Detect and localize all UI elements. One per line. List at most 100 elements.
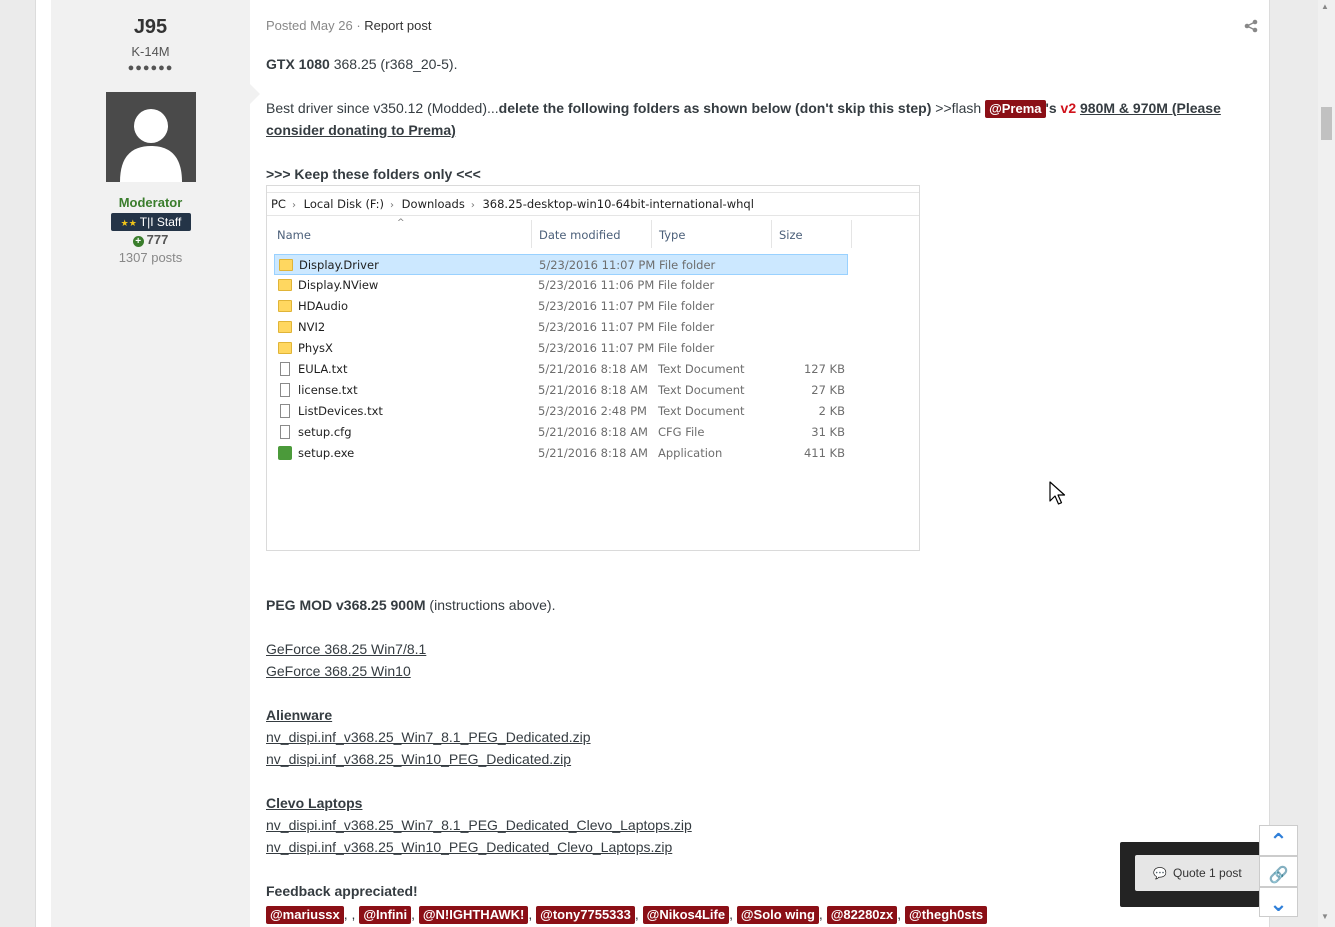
- file-date: 5/21/2016 8:18 AM: [538, 362, 648, 376]
- peg-mod-note: (instructions above).: [425, 597, 556, 613]
- file-name: HDAudio: [298, 299, 348, 313]
- keep-folders-heading: >>> Keep these folders only <<<: [266, 163, 1256, 185]
- file-size: 411 KB: [803, 446, 845, 460]
- file-row: setup.exe 5/21/2016 8:18 AM Application 411…: [274, 443, 848, 464]
- mention-tag[interactable]: @Infini: [359, 906, 412, 924]
- file-row: Display.NView 5/23/2016 11:06 PM File fold…: [274, 275, 848, 296]
- explorer-screenshot: PC › Local Disk (F:) › Downloads › 368.25-d…: [266, 185, 920, 551]
- geforce-win7-link[interactable]: GeForce 368.25 Win7/8.1: [266, 641, 426, 657]
- folder-icon: [278, 300, 292, 312]
- default-avatar-icon: [120, 109, 182, 182]
- mention-tag[interactable]: @tony7755333: [536, 906, 635, 924]
- post-meta: Posted May 26 · Report post: [266, 18, 431, 33]
- file-type: Text Document: [658, 362, 745, 376]
- feedback-heading: Feedback appreciated!: [266, 880, 1256, 902]
- folder-icon: [278, 342, 292, 354]
- alienware-heading-link[interactable]: Alienware: [266, 707, 332, 723]
- breadcrumb-local-disk: Local Disk (F:): [303, 197, 385, 211]
- file-row: Display.Driver 5/23/2016 11:07 PM File fol…: [274, 254, 848, 275]
- driver-version: 368.25 (r368_20-5).: [329, 56, 458, 72]
- breadcrumb: PC › Local Disk (F:) › Downloads › 368.25-d…: [267, 193, 919, 216]
- file-date: 5/23/2016 2:48 PM: [538, 404, 647, 418]
- scroll-down-arrow-icon[interactable]: ▼: [1321, 912, 1329, 921]
- file-row: PhysX 5/23/2016 11:07 PM File folder: [274, 338, 848, 359]
- alienware-win10-link[interactable]: nv_dispi.inf_v368.25_Win10_PEG_Dedicated…: [266, 751, 571, 767]
- file-name: PhysX: [298, 341, 333, 355]
- column-date: Date modified: [529, 220, 652, 248]
- peg-mod-title: PEG MOD v368.25 900M: [266, 597, 426, 613]
- file-icon: [280, 425, 290, 439]
- mention-tag[interactable]: @N!IGHTHAWK!: [418, 906, 529, 924]
- share-icon[interactable]: [1244, 19, 1258, 33]
- column-header-row: Name Date modified Type Size: [267, 220, 857, 248]
- column-size: Size: [769, 220, 852, 248]
- file-row: EULA.txt 5/21/2016 8:18 AM Text Document 12…: [274, 359, 848, 380]
- gpu-name: GTX 1080: [266, 56, 330, 72]
- reputation-value: 777: [146, 232, 169, 247]
- author-name[interactable]: J95: [51, 16, 250, 39]
- chevron-right-icon: ›: [470, 200, 475, 211]
- post-count: 1307 posts: [118, 250, 183, 265]
- scrollbar-thumb[interactable]: [1321, 107, 1332, 140]
- file-size: 31 KB: [811, 425, 845, 439]
- staff-badge: ★★ T|I Staff: [111, 213, 191, 231]
- rank-pips: ●●●●●●: [127, 62, 174, 74]
- file-date: 5/23/2016 11:07 PM: [539, 258, 656, 272]
- mention-list: @mariussx, , @Infini, @N!IGHTHAWK!, @ton…: [266, 903, 1256, 925]
- file-type: Text Document: [658, 404, 745, 418]
- file-name: setup.cfg: [298, 425, 352, 439]
- file-type: CFG File: [658, 425, 705, 439]
- quote-posts-button[interactable]: 💬 Quote 1 post: [1135, 855, 1260, 891]
- file-size: 127 KB: [803, 362, 845, 376]
- alienware-win7-link[interactable]: nv_dispi.inf_v368.25_Win7_8.1_PEG_Dedica…: [266, 729, 591, 745]
- file-name: setup.exe: [298, 446, 355, 460]
- explorer-toolbar: [267, 186, 919, 193]
- v2-label: v2: [1060, 100, 1077, 116]
- mention-tag[interactable]: @thegh0sts: [905, 906, 988, 924]
- keep-folders-text: >>> Keep these folders only <<<: [266, 166, 481, 182]
- file-name: ListDevices.txt: [298, 404, 383, 418]
- file-date: 5/21/2016 8:18 AM: [538, 425, 648, 439]
- file-row: license.txt 5/21/2016 8:18 AM Text Documen…: [274, 380, 848, 401]
- author-title: K-14M: [131, 44, 170, 59]
- feedback-text: Feedback appreciated!: [266, 883, 418, 899]
- possessive-text: 's: [1045, 100, 1057, 116]
- mention-tag[interactable]: @Nikos4Life: [642, 906, 730, 924]
- file-type: File folder: [658, 299, 715, 313]
- file-type: File folder: [658, 320, 715, 334]
- scroll-to-bottom-button[interactable]: ⌄: [1259, 887, 1298, 917]
- text-file-icon: [280, 383, 290, 397]
- report-post-link[interactable]: Report post: [364, 18, 431, 33]
- mention-tag[interactable]: @Solo wing: [736, 906, 819, 924]
- exe-icon: [278, 446, 292, 460]
- author-group: Moderator: [118, 195, 183, 210]
- file-date: 5/23/2016 11:06 PM: [538, 278, 655, 292]
- star-icon: ★★: [120, 218, 137, 228]
- clevo-win7-link[interactable]: nv_dispi.inf_v368.25_Win7_8.1_PEG_Dedica…: [266, 817, 692, 833]
- file-date: 5/23/2016 11:07 PM: [538, 320, 655, 334]
- scroll-to-top-button[interactable]: ⌃: [1259, 825, 1298, 856]
- mention-tag[interactable]: @82280zx: [826, 906, 898, 924]
- mention-tag[interactable]: @mariussx: [266, 906, 344, 924]
- copy-link-button[interactable]: 🔗: [1259, 856, 1298, 887]
- file-size: 27 KB: [811, 383, 845, 397]
- mention-prema[interactable]: @Prema: [985, 100, 1046, 118]
- geforce-win10-link[interactable]: GeForce 368.25 Win10: [266, 663, 411, 679]
- instructions-paragraph: Best driver since v350.12 (Modded)...del…: [266, 97, 1241, 141]
- link-icon: 🔗: [1268, 867, 1289, 884]
- plus-icon: +: [132, 236, 144, 247]
- file-name: Display.NView: [298, 278, 379, 292]
- clevo-section: Clevo Laptops nv_dispi.inf_v368.25_Win7_…: [266, 792, 1256, 858]
- intro-text: Best driver since v350.12 (Modded)...: [266, 100, 499, 116]
- avatar[interactable]: [106, 92, 196, 182]
- reputation: +777: [51, 232, 250, 247]
- file-type: File folder: [659, 258, 716, 272]
- posted-date[interactable]: Posted May 26: [266, 18, 353, 33]
- text-file-icon: [280, 404, 290, 418]
- folder-icon: [278, 279, 292, 291]
- chevron-right-icon: ›: [390, 200, 395, 211]
- clevo-win10-link[interactable]: nv_dispi.inf_v368.25_Win10_PEG_Dedicated…: [266, 839, 672, 855]
- peg-mod-line: PEG MOD v368.25 900M (instructions above…: [266, 594, 1256, 616]
- clevo-heading-link[interactable]: Clevo Laptops: [266, 795, 362, 811]
- scroll-up-arrow-icon[interactable]: ▲: [1321, 2, 1329, 11]
